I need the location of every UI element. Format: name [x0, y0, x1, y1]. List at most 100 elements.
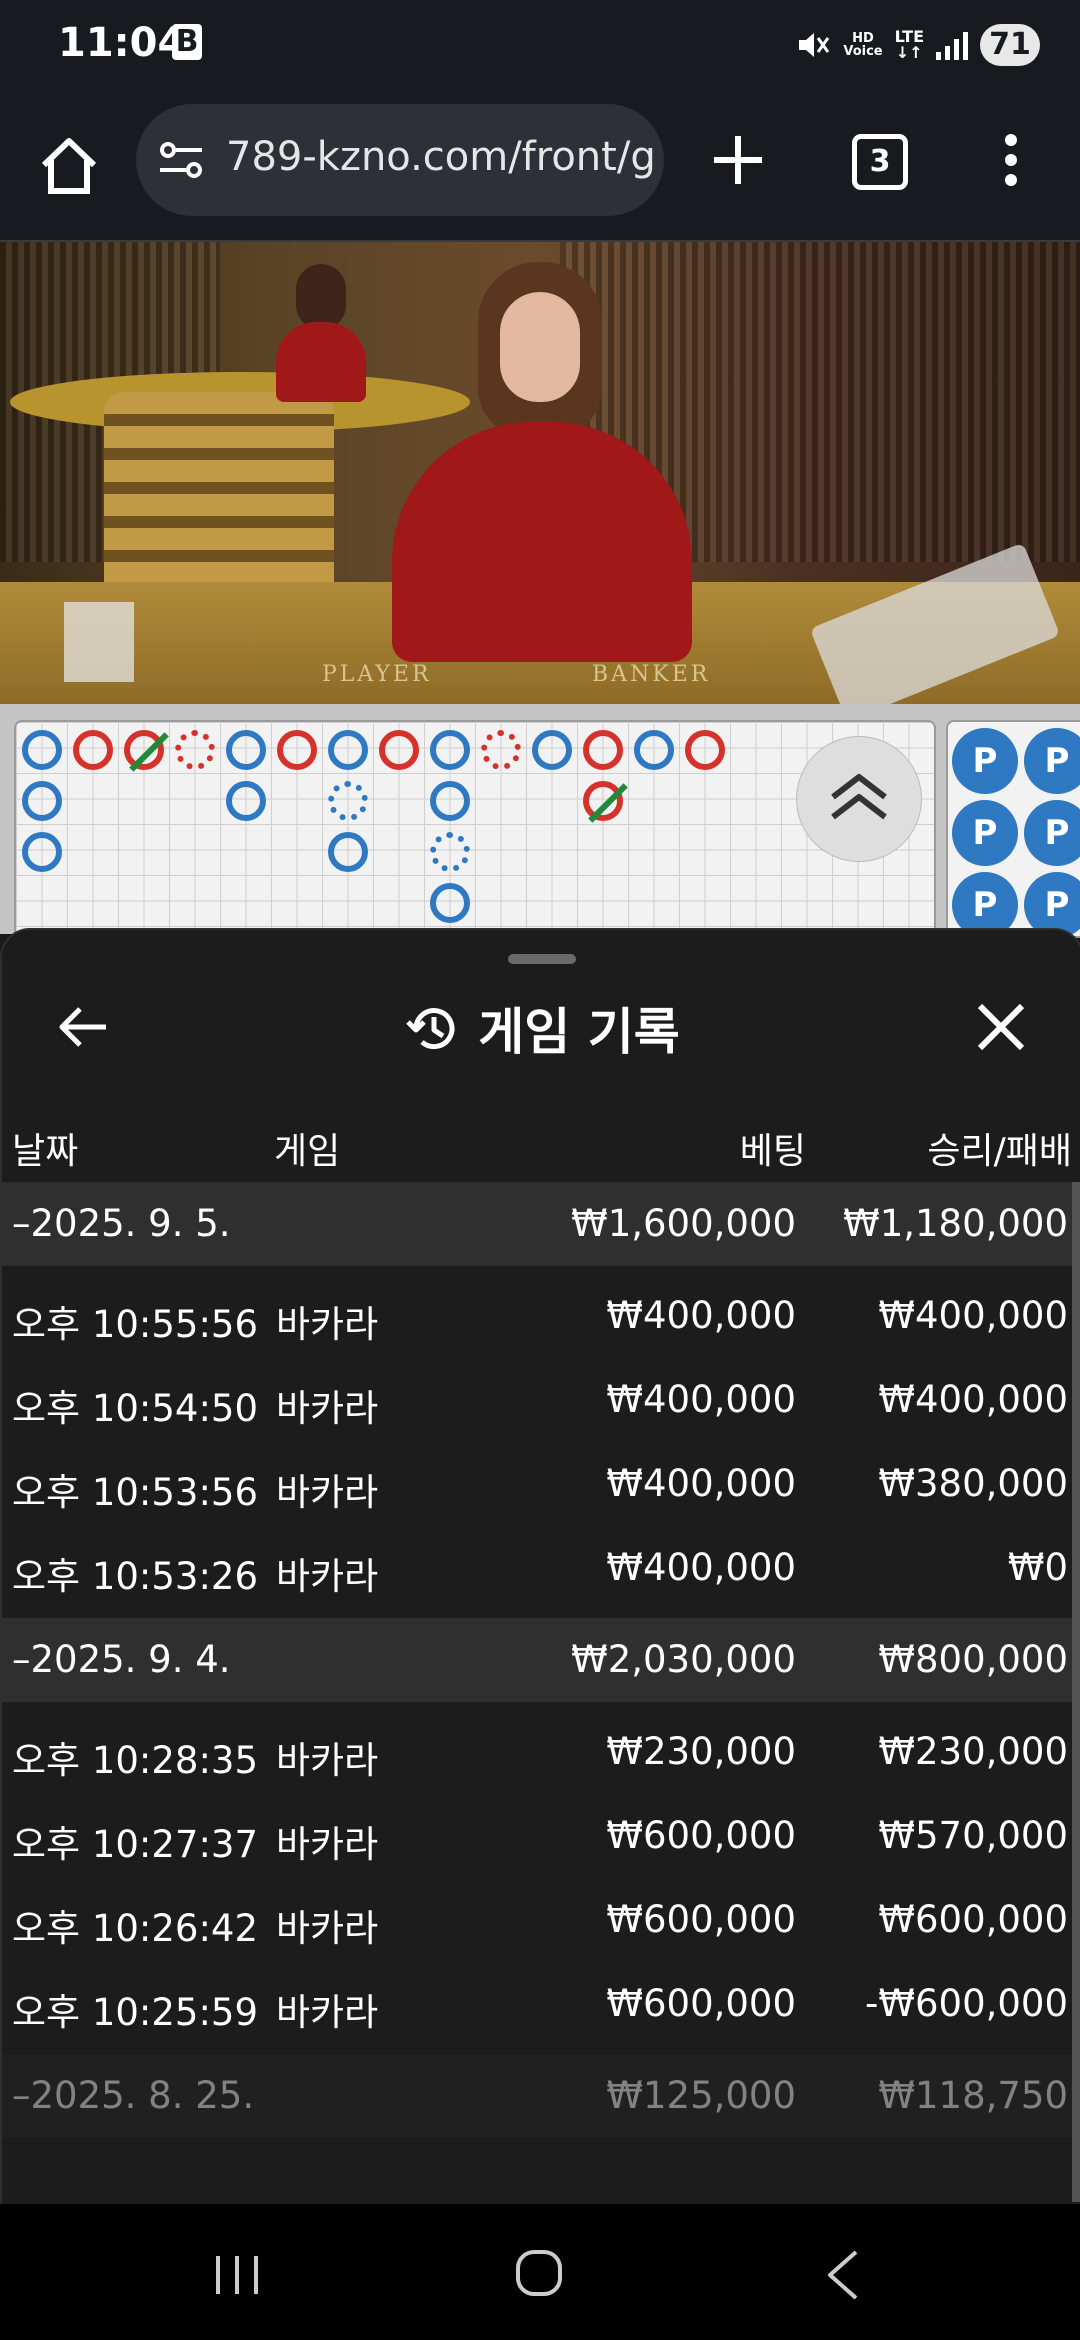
battery-icon: 71 — [980, 24, 1040, 66]
date-group-row[interactable]: –2025. 8. 25. ₩125,000 ₩118,750 — [2, 2054, 1072, 2138]
group-result-total: ₩800,000 — [878, 1638, 1068, 1681]
banker-bead-tie — [124, 730, 169, 772]
table-row[interactable]: 오후 10:26:42 바카라 ₩600,000 ₩600,000 — [2, 1878, 1072, 1962]
group-date: –2025. 8. 25. — [12, 2074, 255, 2117]
recent-apps-icon[interactable] — [212, 2252, 262, 2298]
status-icons: HD Voice LTE ↓↑ 71 — [795, 20, 1040, 70]
group-date: –2025. 9. 5. — [12, 1202, 231, 1245]
row-result: ₩400,000 — [878, 1294, 1068, 1337]
back-nav-icon[interactable] — [822, 2248, 862, 2302]
group-result-total: ₩1,180,000 — [843, 1202, 1068, 1245]
row-bet: ₩600,000 — [606, 1814, 796, 1857]
player-bead — [328, 781, 368, 821]
system-nav-bar — [0, 2204, 1080, 2340]
row-result: ₩570,000 — [878, 1814, 1068, 1857]
home-icon[interactable] — [36, 133, 102, 199]
banker-bead — [277, 730, 317, 770]
tie-mark — [129, 732, 169, 772]
bead-plate: P P P P P P — [946, 720, 1080, 938]
player-bead — [226, 781, 266, 821]
table-row[interactable]: 오후 10:54:50 바카라 ₩400,000 ₩400,000 — [2, 1358, 1072, 1442]
lte-icon: LTE ↓↑ — [894, 27, 924, 62]
row-result: ₩380,000 — [878, 1462, 1068, 1505]
banker-bead — [481, 730, 521, 770]
row-time: 오후 10:53:56 — [12, 1471, 259, 1514]
app-badge-icon: B — [172, 24, 202, 60]
tab-switcher-button[interactable]: 3 — [852, 134, 908, 190]
table-row[interactable]: 오후 10:53:56 바카라 ₩400,000 ₩380,000 — [2, 1442, 1072, 1526]
home-nav-icon[interactable] — [514, 2248, 564, 2298]
player-bead — [328, 730, 368, 770]
row-game: 바카라 — [276, 1387, 379, 1430]
column-game: 게임 — [274, 1131, 341, 1172]
background-dealer-body — [276, 322, 366, 402]
player-bead — [430, 832, 470, 872]
group-result-total: ₩118,750 — [878, 2074, 1068, 2117]
date-group-row[interactable]: –2025. 9. 4. ₩2,030,000 ₩800,000 — [2, 1618, 1072, 1702]
player-bead — [22, 781, 62, 821]
table-row[interactable]: 오후 10:28:35 바카라 ₩230,000 ₩230,000 — [2, 1710, 1072, 1794]
banker-bead — [685, 730, 725, 770]
status-time: 11:04 — [58, 20, 186, 66]
player-bead — [430, 730, 470, 770]
drag-handle[interactable] — [508, 954, 576, 964]
banker-bead — [175, 730, 215, 770]
group-bet-total: ₩2,030,000 — [571, 1638, 796, 1681]
group-bet-total: ₩125,000 — [606, 2074, 796, 2117]
row-bet: ₩600,000 — [606, 1898, 796, 1941]
date-group-row[interactable]: –2025. 9. 5. ₩1,600,000 ₩1,180,000 — [2, 1182, 1072, 1266]
table-row[interactable]: 오후 10:25:59 바카라 ₩600,000 -₩600,000 — [2, 1962, 1072, 2046]
column-date: 날짜 — [12, 1131, 79, 1172]
more-vert-icon[interactable] — [996, 130, 1026, 190]
player-bead — [22, 730, 62, 770]
column-bet: 베팅 — [739, 1131, 806, 1172]
row-time: 오후 10:28:35 — [12, 1739, 259, 1782]
history-list: –2025. 9. 5. ₩1,600,000 ₩1,180,000 오후 10… — [2, 1182, 1072, 2138]
banker-bead — [73, 730, 113, 770]
live-dealer-video[interactable]: PLAYER BANKER — [0, 242, 1080, 704]
close-icon[interactable] — [974, 1000, 1028, 1054]
table-row[interactable]: 오후 10:55:56 바카라 ₩400,000 ₩400,000 — [2, 1274, 1072, 1358]
game-history-sheet: 게임 기록 날짜 게임 베팅 승리/패배 –2025. 9. 5. ₩1,600… — [0, 928, 1080, 2208]
table-row[interactable]: 오후 10:53:26 바카라 ₩400,000 ₩0 — [2, 1526, 1072, 1610]
address-bar[interactable]: 789-kzno.com/front/g — [136, 104, 664, 216]
row-game: 바카라 — [276, 1907, 379, 1950]
plus-icon[interactable] — [708, 130, 768, 190]
row-time: 오후 10:54:50 — [12, 1387, 259, 1430]
tie-mark — [588, 783, 628, 823]
group-date: –2025. 9. 4. — [12, 1638, 231, 1681]
row-time: 오후 10:53:26 — [12, 1555, 259, 1598]
row-game: 바카라 — [276, 1303, 379, 1346]
row-bet: ₩400,000 — [606, 1462, 796, 1505]
tune-icon[interactable] — [158, 140, 204, 180]
row-result: ₩600,000 — [878, 1898, 1068, 1941]
table-row[interactable]: 오후 10:27:37 바카라 ₩600,000 ₩570,000 — [2, 1794, 1072, 1878]
banker-bead — [583, 730, 623, 770]
player-chip: P — [952, 728, 1018, 794]
row-time: 오후 10:27:37 — [12, 1823, 259, 1866]
table-label-banker: BANKER — [592, 662, 711, 687]
mute-icon — [799, 33, 830, 57]
row-bet: ₩400,000 — [606, 1546, 796, 1589]
player-bead — [634, 730, 674, 770]
scrollbar[interactable] — [1072, 1182, 1080, 2202]
row-bet: ₩400,000 — [606, 1378, 796, 1421]
signal-icon — [936, 30, 968, 60]
scrollbar-thumb[interactable] — [1072, 1182, 1080, 2202]
banker-bead — [379, 730, 419, 770]
row-bet: ₩600,000 — [606, 1982, 796, 2025]
player-bead — [532, 730, 572, 770]
chevron-double-up-icon — [831, 774, 887, 820]
history-icon — [406, 1008, 455, 1050]
discard-box — [64, 602, 134, 682]
player-chip: P — [1024, 800, 1080, 866]
url-text[interactable]: 789-kzno.com/front/g — [226, 134, 656, 180]
row-game: 바카라 — [276, 1555, 379, 1598]
row-time: 오후 10:55:56 — [12, 1303, 259, 1346]
sheet-header: 게임 기록 — [2, 988, 1080, 1068]
row-time: 오후 10:25:59 — [12, 1991, 259, 2034]
roadmap-panel: P P P P P P — [0, 704, 1080, 938]
player-bead — [430, 883, 470, 923]
scroll-up-button[interactable] — [796, 736, 922, 862]
player-bead — [22, 832, 62, 872]
